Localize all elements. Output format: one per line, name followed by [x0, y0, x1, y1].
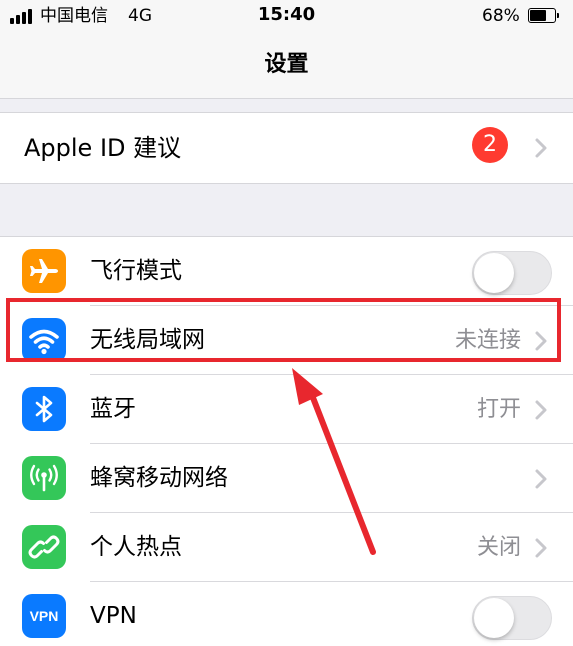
hotspot-status: 关闭	[476, 535, 521, 560]
settings-row-vpn[interactable]: VPN VPN	[0, 582, 573, 646]
navigation-bar: 设置	[0, 32, 573, 99]
connectivity-group: 飞行模式 无线局域网 未连接 蓝牙 打开 蜂窝移动网络 个人热点 关闭 VPN …	[0, 236, 573, 646]
chevron-right-icon	[535, 538, 547, 558]
bluetooth-icon	[22, 387, 66, 431]
battery-percent: 68%	[482, 6, 520, 26]
vpn-icon-text: VPN	[29, 608, 59, 624]
airplane-mode-label: 飞行模式	[90, 258, 182, 284]
vpn-toggle[interactable]	[472, 596, 552, 640]
wifi-icon	[22, 318, 66, 362]
wifi-status: 未连接	[454, 328, 521, 353]
chevron-right-icon	[535, 469, 547, 489]
bluetooth-label: 蓝牙	[90, 396, 136, 422]
bluetooth-status: 打开	[476, 397, 521, 422]
vpn-label: VPN	[90, 603, 137, 629]
notification-badge: 2	[472, 127, 508, 163]
settings-screen: 中国电信 4G 15:40 68% 设置 Apple ID 建议 2 飞行模式 …	[0, 0, 573, 646]
vpn-icon: VPN	[22, 594, 66, 638]
page-title: 设置	[264, 52, 309, 77]
chevron-right-icon	[535, 138, 547, 158]
hotspot-icon	[22, 525, 66, 569]
settings-row-wifi[interactable]: 无线局域网 未连接	[0, 306, 573, 375]
status-bar: 中国电信 4G 15:40 68%	[0, 0, 573, 32]
hotspot-label: 个人热点	[90, 534, 182, 560]
settings-row-airplane-mode[interactable]: 飞行模式	[0, 237, 573, 306]
settings-row-hotspot[interactable]: 个人热点 关闭	[0, 513, 573, 582]
chevron-right-icon	[535, 400, 547, 420]
settings-row-cellular[interactable]: 蜂窝移动网络	[0, 444, 573, 513]
apple-id-label: Apple ID 建议	[24, 134, 182, 162]
cellular-label: 蜂窝移动网络	[90, 465, 228, 491]
chevron-right-icon	[535, 331, 547, 351]
battery-icon	[528, 8, 559, 23]
airplane-mode-toggle[interactable]	[472, 251, 552, 295]
cellular-icon	[22, 456, 66, 500]
wifi-label: 无线局域网	[90, 327, 205, 353]
settings-row-bluetooth[interactable]: 蓝牙 打开	[0, 375, 573, 444]
toggle-knob	[474, 598, 514, 638]
toggle-knob	[474, 253, 514, 293]
airplane-icon	[22, 249, 66, 293]
